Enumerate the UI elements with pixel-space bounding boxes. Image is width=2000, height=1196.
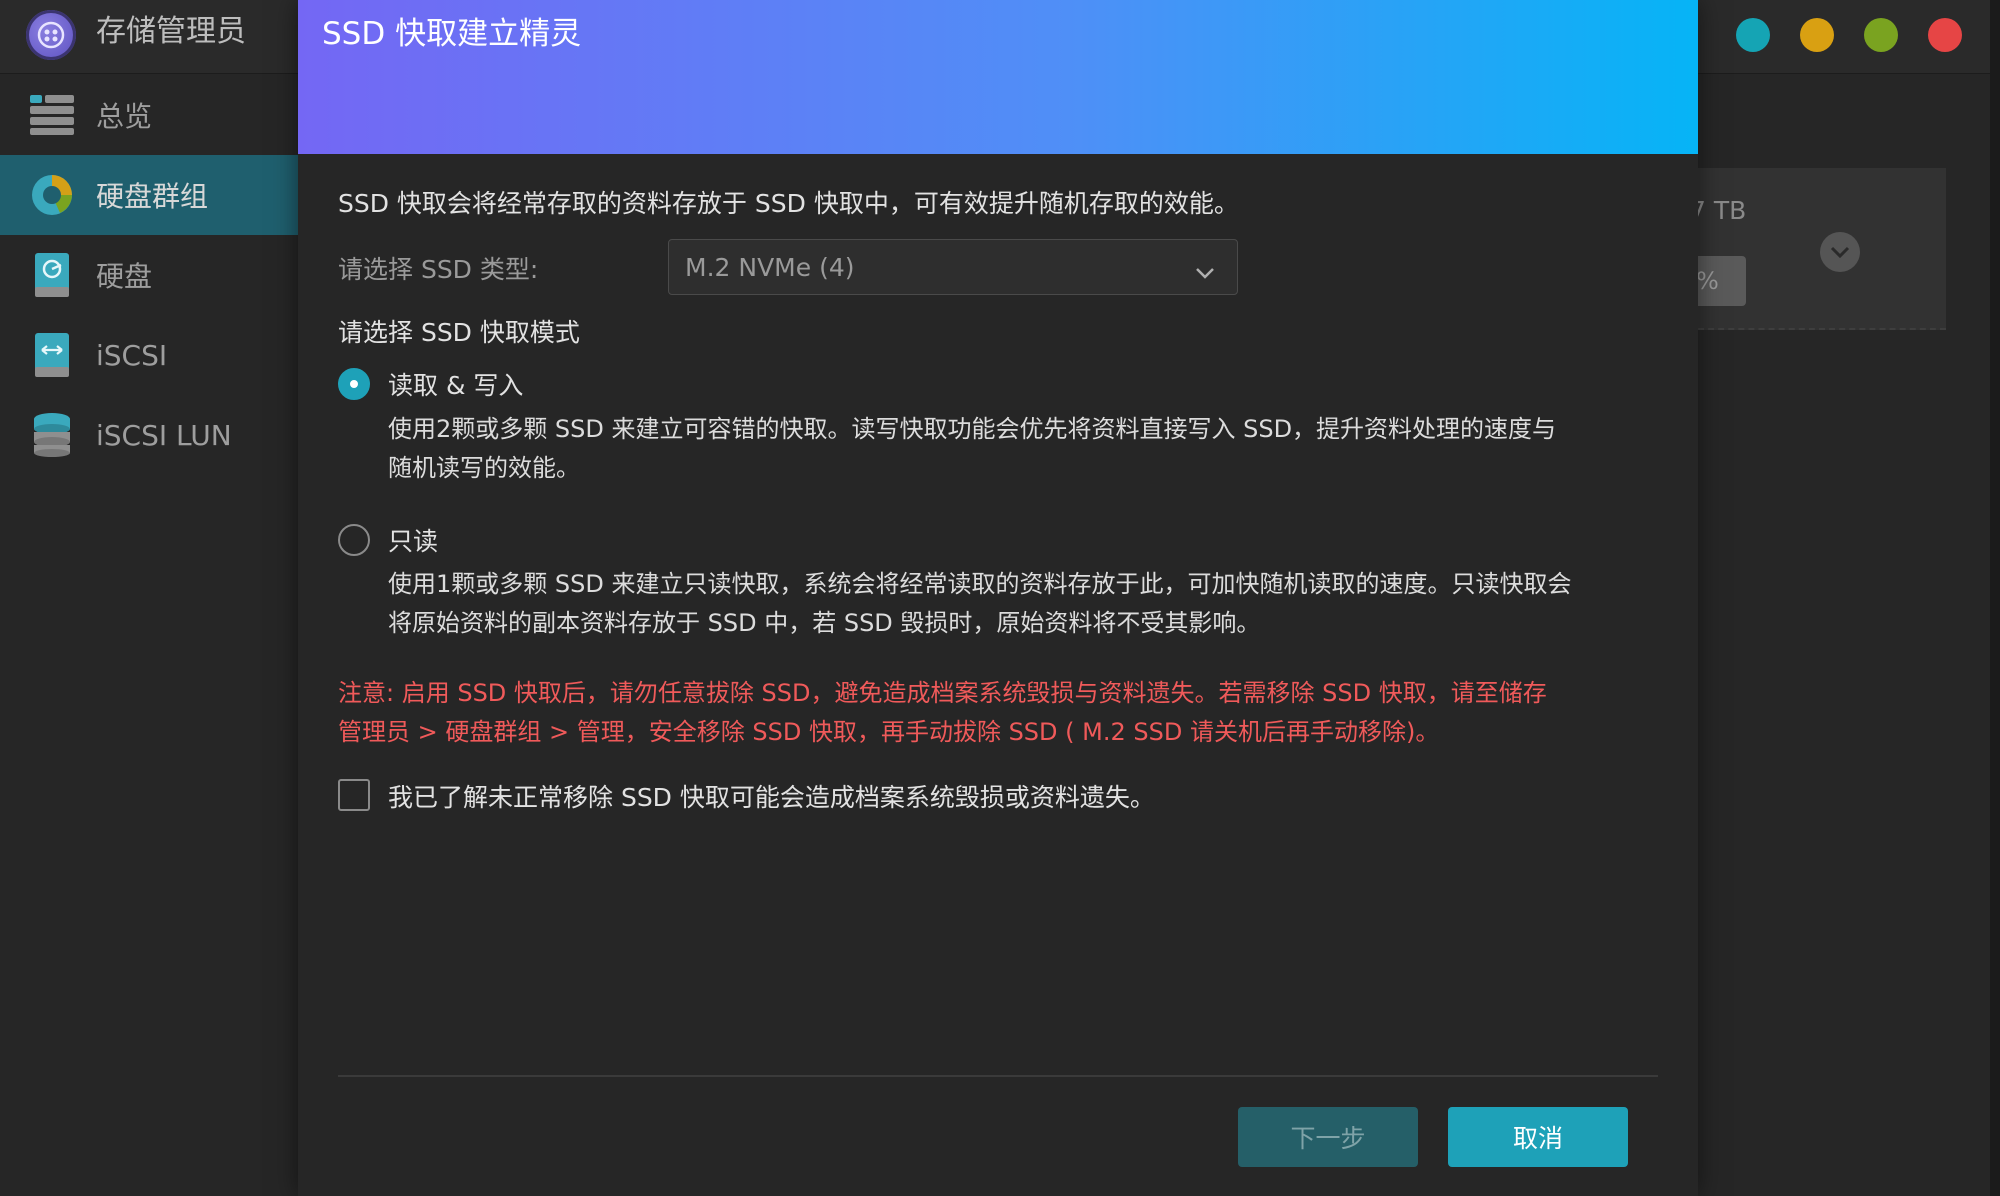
next-button[interactable]: 下一步 — [1238, 1107, 1418, 1167]
sidebar-item-disk-group[interactable]: 硬盘群组 — [0, 155, 298, 235]
read-only-radio[interactable] — [338, 524, 370, 556]
read-only-desc-line1: 使用1颗或多颗 SSD 来建立只读快取，系统会将经常读取的资料存放于此，可加快随… — [388, 570, 1572, 598]
app-title: 存储管理员 — [96, 14, 246, 49]
sidebar-item-label: 硬盘 — [96, 260, 153, 293]
sidebar-item-label: 硬盘群组 — [96, 180, 209, 213]
read-write-label: 读取 & 写入 — [388, 371, 524, 400]
sidebar-item-iscsi[interactable]: iSCSI — [0, 315, 298, 395]
notice-line1: 注意: 启用 SSD 快取后，请勿任意拔除 SSD，避免造成档案系统毁损与资料遗… — [338, 679, 1547, 707]
sidebar-item-disk[interactable]: 硬盘 — [0, 235, 298, 315]
read-write-desc-line1: 使用2颗或多颗 SSD 来建立可容错的快取。读写快取功能会优先将资料直接写入 S… — [388, 415, 1557, 443]
ssd-cache-wizard-dialog: SSD 快取建立精灵 SSD 快取会将经常存取的资料存放于 SSD 快取中，可有… — [298, 0, 1698, 1196]
sidebar-item-label: 总览 — [96, 100, 153, 133]
teal-window-dot[interactable] — [1736, 18, 1770, 52]
capacity-text: 7 TB — [1690, 196, 1747, 225]
read-only-label: 只读 — [388, 527, 439, 556]
dialog-header: SSD 快取建立精灵 — [298, 0, 1698, 154]
read-write-description: 使用2颗或多颗 SSD 来建立可容错的快取。读写快取功能会优先将资料直接写入 S… — [388, 410, 1658, 488]
window-edge — [1990, 0, 2000, 1196]
warning-notice: 注意: 启用 SSD 快取后，请勿任意拔除 SSD，避免造成档案系统毁损与资料遗… — [338, 674, 1658, 752]
overview-icon — [30, 93, 74, 137]
storage-manager-logo-icon — [26, 10, 76, 60]
green-window-dot[interactable] — [1864, 18, 1898, 52]
cache-mode-label: 请选择 SSD 快取模式 — [338, 318, 580, 347]
sidebar-item-label: iSCSI — [96, 338, 168, 372]
sidebar-item-iscsi-lun[interactable]: iSCSI LUN — [0, 395, 298, 475]
read-only-desc-line2: 将原始资料的副本资料存放于 SSD 中，若 SSD 毁损时，原始资料将不受其影响… — [388, 609, 1261, 637]
footer-divider — [338, 1075, 1658, 1077]
acknowledge-label: 我已了解未正常移除 SSD 快取可能会造成档案系统毁损或资料遗失。 — [388, 783, 1155, 812]
iscsi-lun-icon — [30, 413, 74, 457]
window-controls — [1736, 18, 1962, 52]
disk-group-icon — [30, 173, 74, 217]
acknowledge-checkbox[interactable] — [338, 779, 370, 811]
read-write-radio[interactable] — [338, 368, 370, 400]
iscsi-icon — [30, 333, 74, 377]
sidebar-item-label: iSCSI LUN — [96, 418, 232, 452]
ssd-type-label: 请选择 SSD 类型: — [338, 255, 539, 284]
cancel-button[interactable]: 取消 — [1448, 1107, 1628, 1167]
intro-text: SSD 快取会将经常存取的资料存放于 SSD 快取中，可有效提升随机存取的效能。 — [338, 189, 1239, 218]
yellow-window-dot[interactable] — [1800, 18, 1834, 52]
notice-line2: 管理员 > 硬盘群组 > 管理，安全移除 SSD 快取，再手动拔除 SSD ( … — [338, 718, 1440, 746]
usage-percent-badge: % — [1692, 256, 1746, 306]
app-window: 存储管理员 总览 硬盘群组 硬盘 iSCSI iSCSI LUN 7 TB % … — [0, 0, 2000, 1196]
expand-chevron-icon[interactable] — [1820, 232, 1860, 272]
chevron-down-icon — [1195, 256, 1215, 285]
ssd-type-select[interactable]: M.2 NVMe (4) — [668, 239, 1238, 295]
read-write-desc-line2: 随机读写的效能。 — [388, 454, 580, 482]
sidebar-item-overview[interactable]: 总览 — [0, 75, 298, 155]
read-only-description: 使用1颗或多颗 SSD 来建立只读快取，系统会将经常读取的资料存放于此，可加快随… — [388, 565, 1658, 643]
red-window-dot[interactable] — [1928, 18, 1962, 52]
dialog-title: SSD 快取建立精灵 — [322, 16, 582, 52]
disk-icon — [30, 253, 74, 297]
sidebar: 总览 硬盘群组 硬盘 iSCSI iSCSI LUN — [0, 75, 298, 1196]
ssd-type-value: M.2 NVMe (4) — [685, 252, 855, 282]
